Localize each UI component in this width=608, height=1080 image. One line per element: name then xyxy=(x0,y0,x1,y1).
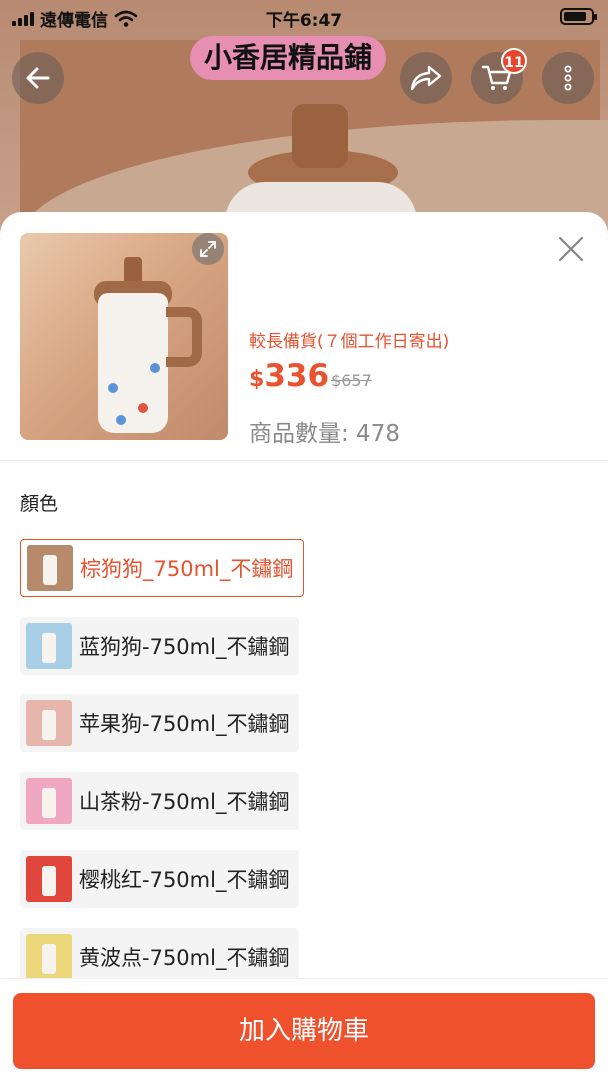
close-icon xyxy=(558,236,584,262)
status-time: 下午6:47 xyxy=(265,11,343,31)
more-button[interactable] xyxy=(542,52,594,104)
variant-thumbnail xyxy=(26,934,72,980)
variant-group-label: 顏色 xyxy=(20,493,59,515)
variant-option[interactable]: 蓝狗狗-750ml_不鏽鋼 xyxy=(20,617,300,675)
variant-selection-sheet: 較長備貨(７個工作日寄出) $ 336 $657 商品數量: 478 顏色 棕狗… xyxy=(0,212,608,1080)
expand-icon xyxy=(200,241,216,257)
status-bar: 遠傳電信 下午6:47 xyxy=(0,0,608,34)
variant-thumbnail xyxy=(26,856,72,902)
share-button[interactable] xyxy=(400,52,452,104)
expand-image-button[interactable] xyxy=(192,233,224,265)
more-vertical-icon xyxy=(564,65,572,91)
add-to-cart-button[interactable]: 加入購物車 xyxy=(13,993,595,1069)
variant-option[interactable]: 棕狗狗_750ml_不鏽鋼 xyxy=(20,539,305,597)
variant-option[interactable]: 苹果狗-750ml_不鏽鋼 xyxy=(20,694,300,752)
price-row: $ 336 $657 xyxy=(249,358,372,394)
shop-name[interactable]: 小香居精品鋪 xyxy=(190,36,387,80)
variant-option-label: 黄波点-750ml_不鏽鋼 xyxy=(79,946,290,970)
divider xyxy=(0,460,608,461)
variant-option-label: 山茶粉-750ml_不鏽鋼 xyxy=(79,790,290,814)
variant-option-label: 樱桃红-750ml_不鏽鋼 xyxy=(79,868,290,892)
close-button[interactable] xyxy=(556,234,586,264)
cart-button[interactable]: 11 xyxy=(471,48,527,104)
variant-option-label: 棕狗狗_750ml_不鏽鋼 xyxy=(80,557,294,581)
variant-option[interactable]: 山茶粉-750ml_不鏽鋼 xyxy=(20,772,300,830)
variant-option-label: 蓝狗狗-750ml_不鏽鋼 xyxy=(79,635,290,659)
battery-icon xyxy=(560,8,597,25)
variant-option[interactable]: 樱桃红-750ml_不鏽鋼 xyxy=(20,850,300,908)
variant-thumbnail xyxy=(26,700,72,746)
bottom-action-bar: 加入購物車 xyxy=(0,978,608,1080)
variant-thumbnail xyxy=(27,545,73,591)
original-price: $657 xyxy=(331,371,372,390)
variant-thumbnail xyxy=(26,623,72,669)
lead-time-notice: 較長備貨(７個工作日寄出) xyxy=(249,332,450,352)
variant-thumbnail xyxy=(26,778,72,824)
stock-quantity: 商品數量: 478 xyxy=(249,421,400,447)
arrow-left-icon xyxy=(26,67,50,89)
cart-count-badge: 11 xyxy=(501,48,527,74)
currency-symbol: $ xyxy=(249,367,265,392)
product-thumbnail[interactable] xyxy=(20,233,228,440)
variant-option-label: 苹果狗-750ml_不鏽鋼 xyxy=(79,712,290,736)
share-icon xyxy=(410,65,442,91)
sale-price: 336 xyxy=(264,358,330,394)
back-button[interactable] xyxy=(12,52,64,104)
